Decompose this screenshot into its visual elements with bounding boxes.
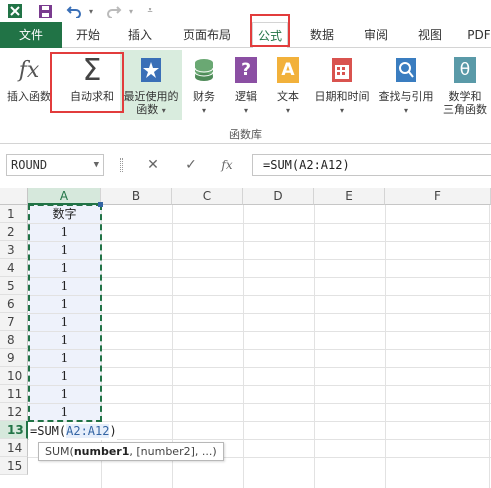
gridline (385, 205, 386, 488)
insert-function-label: 插入函数 (7, 90, 51, 103)
ribbon-tabs: 文件 开始 插入 页面布局 公式 数据 审阅 视图 PDF (0, 22, 491, 49)
quick-access-toolbar: ▾ ▾ ⩡ (0, 0, 491, 22)
tab-insert[interactable]: 插入 (118, 22, 162, 48)
gridline (314, 205, 315, 488)
function-library-group-label: 函数库 (229, 128, 262, 141)
range-handle[interactable] (98, 202, 103, 207)
worksheet-grid: A B C D E F 1 2 3 4 5 6 7 8 9 10 11 12 1… (0, 188, 491, 488)
calendar-icon (326, 54, 358, 86)
row-header[interactable]: 11 (0, 385, 28, 403)
save-icon[interactable] (36, 2, 54, 20)
tab-view[interactable]: 视图 (410, 22, 450, 48)
financial-label: 财务 (193, 90, 215, 103)
row-header[interactable]: 3 (0, 241, 28, 259)
customize-icon[interactable]: ⩡ (144, 2, 156, 20)
row-header[interactable]: 15 (0, 457, 28, 475)
column-header-a[interactable]: A (28, 188, 101, 205)
column-header-d[interactable]: D (243, 188, 314, 205)
recent-functions-label-1: 最近使用的 (123, 90, 179, 103)
tooltip-current-arg[interactable]: number1 (74, 445, 130, 458)
tab-file[interactable]: 文件 (0, 22, 62, 48)
row-header[interactable]: 12 (0, 403, 28, 421)
gridline (243, 205, 244, 488)
datetime-button[interactable]: 日期和时间 ▾ (310, 54, 374, 118)
tab-pdf[interactable]: PDF (462, 22, 491, 48)
recent-functions-label-2: 函数 (136, 103, 159, 116)
dropdown-arrow-icon: ▾ (339, 106, 344, 115)
formulas-tab-highlight (250, 14, 290, 47)
logical-label: 逻辑 (235, 90, 257, 103)
formula-prefix: =SUM( (30, 424, 67, 438)
undo-icon[interactable] (64, 2, 84, 20)
insert-function-button[interactable]: fx 插入函数 (2, 54, 56, 104)
question-book-icon: ? (230, 54, 262, 86)
text-button[interactable]: A 文本 ▾ (270, 54, 306, 118)
row-header-active[interactable]: 13 (0, 421, 28, 439)
cancel-button[interactable]: ✕ (142, 156, 164, 174)
row-header[interactable]: 1 (0, 205, 28, 223)
row-header[interactable]: 6 (0, 295, 28, 313)
magnifier-book-icon (390, 54, 422, 86)
tab-home[interactable]: 开始 (66, 22, 110, 48)
tooltip-other-args: , [number2], ...) (129, 445, 217, 458)
select-all-corner[interactable] (0, 188, 28, 205)
column-header-f[interactable]: F (385, 188, 491, 205)
splitter-handle[interactable] (120, 158, 123, 172)
excel-logo-icon[interactable] (6, 2, 24, 20)
row-header[interactable]: 9 (0, 349, 28, 367)
financial-button[interactable]: 财务 ▾ (186, 54, 222, 118)
theta-book-icon: θ (449, 54, 481, 86)
redo-dropdown-icon[interactable]: ▾ (126, 2, 136, 20)
tab-review[interactable]: 审阅 (356, 22, 396, 48)
cell-a13-editing[interactable]: =SUM(A2:A12) (29, 422, 117, 440)
gridline (489, 205, 490, 488)
fx-icon: fx (18, 57, 40, 83)
undo-dropdown-icon[interactable]: ▾ (86, 2, 96, 20)
row-header[interactable]: 4 (0, 259, 28, 277)
range-marquee (28, 204, 102, 422)
row-header[interactable]: 14 (0, 439, 28, 457)
row-header[interactable]: 2 (0, 223, 28, 241)
star-book-icon (135, 54, 167, 86)
text-label: 文本 (277, 90, 299, 103)
row-header[interactable]: 5 (0, 277, 28, 295)
math-trig-button[interactable]: θ 数学和 三角函数 (438, 54, 491, 116)
text-book-icon: A (272, 54, 304, 86)
lookup-reference-button[interactable]: 查找与引用 ▾ (376, 54, 436, 118)
insert-function-fx-button[interactable]: fx (216, 156, 238, 174)
name-box[interactable]: ROUND ▼ (6, 154, 104, 176)
redo-icon[interactable] (104, 2, 124, 20)
column-header-b[interactable]: B (101, 188, 172, 205)
enter-button[interactable]: ✓ (180, 156, 202, 174)
autosum-highlight (50, 52, 124, 113)
math-trig-label-2: 三角函数 (443, 103, 487, 116)
formula-suffix: ) (109, 424, 117, 438)
datetime-label: 日期和时间 (314, 90, 370, 103)
coins-icon (188, 54, 220, 86)
dropdown-arrow-icon: ▾ (201, 106, 206, 115)
logical-button[interactable]: ? 逻辑 ▾ (228, 54, 264, 118)
formula-input[interactable]: =SUM(A2:A12) (252, 154, 491, 176)
column-header-c[interactable]: C (172, 188, 243, 205)
dropdown-arrow-icon: ▾ (403, 106, 408, 115)
lookup-reference-label: 查找与引用 (378, 90, 434, 103)
row-header[interactable]: 8 (0, 331, 28, 349)
function-argument-tooltip[interactable]: SUM(number1, [number2], ...) (38, 442, 224, 461)
formula-bar: ROUND ▼ ✕ ✓ fx =SUM(A2:A12) (0, 150, 491, 180)
dropdown-arrow-icon: ▾ (161, 106, 166, 115)
chevron-down-icon[interactable]: ▼ (94, 155, 99, 175)
dropdown-arrow-icon: ▾ (285, 106, 290, 115)
recent-functions-button[interactable]: 最近使用的 函数 ▾ (120, 50, 182, 120)
row-header[interactable]: 10 (0, 367, 28, 385)
name-box-value: ROUND (11, 158, 48, 172)
math-trig-label-1: 数学和 (448, 90, 482, 103)
column-header-e[interactable]: E (314, 188, 385, 205)
tab-data[interactable]: 数据 (302, 22, 342, 48)
formula-range-ref: A2:A12 (66, 424, 110, 438)
tab-page-layout[interactable]: 页面布局 (172, 22, 242, 48)
row-header[interactable]: 7 (0, 313, 28, 331)
dropdown-arrow-icon: ▾ (243, 106, 248, 115)
tooltip-function-name: SUM( (45, 445, 74, 458)
